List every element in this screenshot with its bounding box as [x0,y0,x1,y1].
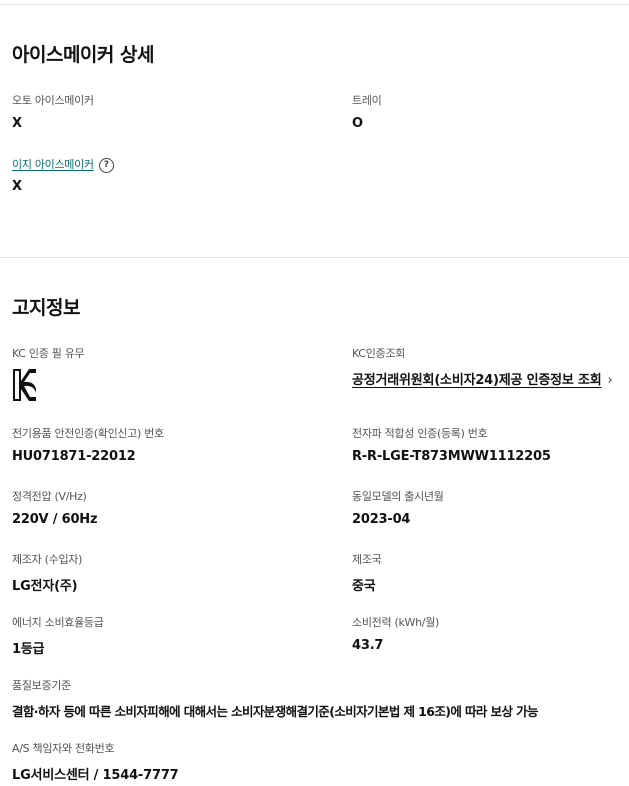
auto-icemaker-value: X [12,116,22,131]
country-label: 제조국 [352,553,382,566]
energy-grade-label: 에너지 소비효율등급 [12,616,104,629]
icemaker-section-title: 아이스메이커 상세 [12,44,154,66]
as-contact-label: A/S 책임자와 전화번호 [12,742,115,755]
kc-mark-label: KC 인증 필 유무 [12,347,85,360]
easy-icemaker-value: X [12,179,22,194]
safety-cert-label: 전기용품 안전인증(확인신고) 번호 [12,427,164,440]
energy-grade-value: 1등급 [12,642,45,657]
kc-certification-mark-icon [13,369,36,401]
quality-warranty-label: 품질보증기준 [12,679,71,692]
voltage-value: 220V / 60Hz [12,512,98,527]
country-value: 중국 [352,579,376,594]
as-contact-value: LG서비스센터 / 1544-7777 [12,768,179,783]
kc-lookup-link[interactable]: 공정거래위원회(소비자24)제공 인증정보 조회 [352,373,602,388]
kc-lookup-row: 공정거래위원회(소비자24)제공 인증정보 조회 › [352,369,613,388]
top-divider [0,4,629,5]
emc-cert-value: R-R-LGE-T873MWW1112205 [352,449,551,464]
tray-label: 트레이 [352,94,382,107]
notice-section-title: 고지정보 [12,297,80,319]
chevron-right-icon[interactable]: › [608,373,613,388]
tray-value: O [352,116,363,131]
release-date-label: 동일모델의 출시년월 [352,490,444,503]
question-circle-icon[interactable]: ? [98,157,114,173]
section-divider [0,257,629,258]
easy-icemaker-link[interactable]: 이지 아이스메이커 [12,158,94,171]
quality-warranty-value: 결함·하자 등에 따른 소비자피해에 대해서는 소비자분쟁해결기준(소비자기본법… [12,704,538,719]
easy-icemaker-label-row: 이지 아이스메이커? [12,156,114,173]
auto-icemaker-label: 오토 아이스메이커 [12,94,94,107]
power-consumption-value: 43.7 [352,638,384,653]
manufacturer-label: 제조자 (수입자) [12,553,83,566]
emc-cert-label: 전자파 적합성 인증(등록) 번호 [352,427,488,440]
kc-lookup-label: KC인증조회 [352,347,405,360]
release-date-value: 2023-04 [352,512,411,527]
power-consumption-label: 소비전력 (kWh/월) [352,616,440,629]
manufacturer-value: LG전자(주) [12,579,78,594]
safety-cert-value: HU071871-22012 [12,449,136,464]
voltage-label: 정격전압 (V/Hz) [12,490,87,503]
